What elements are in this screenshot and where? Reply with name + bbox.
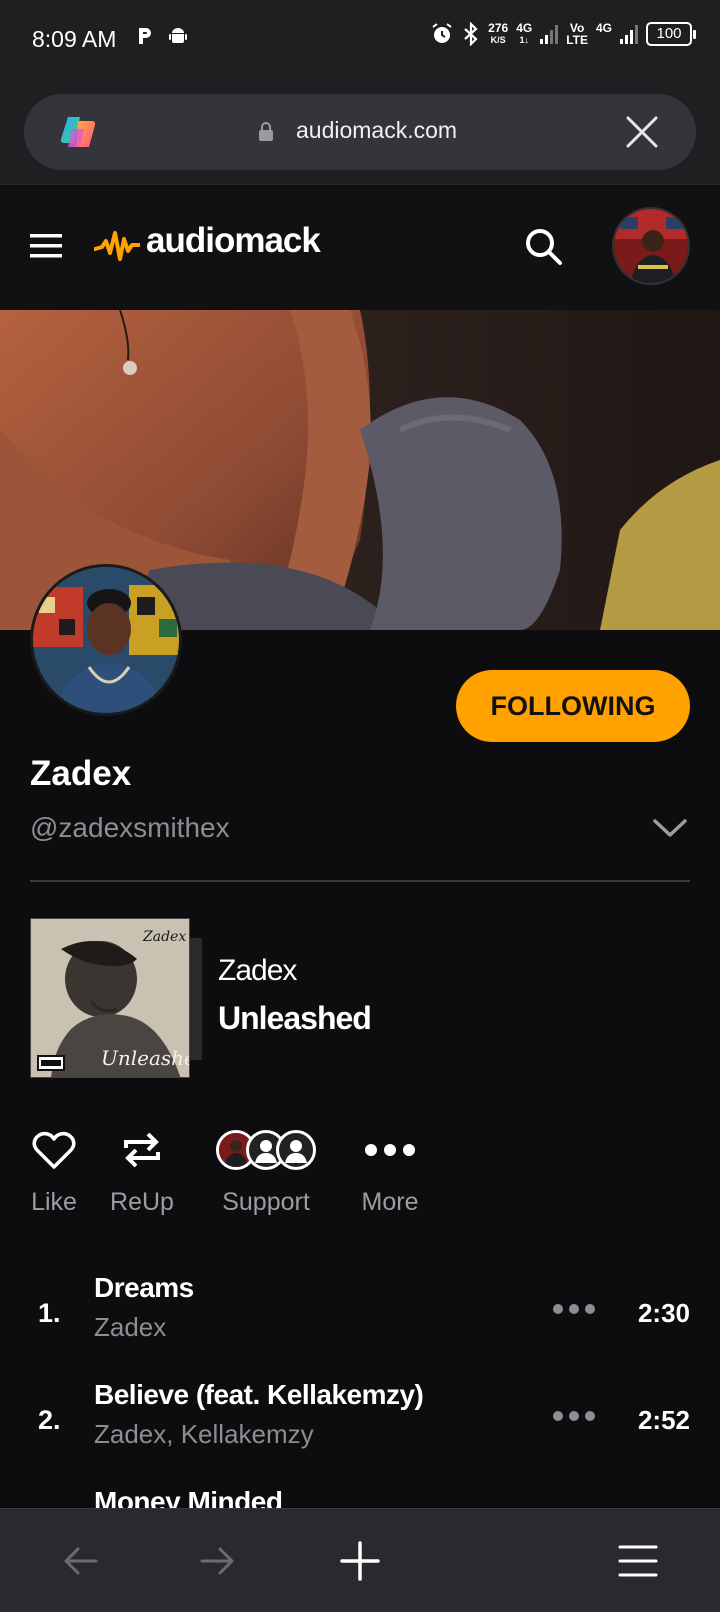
network-4g-indicator: 4G 1↓ — [516, 21, 533, 45]
heart-icon — [32, 1131, 76, 1169]
track-duration: 2:52 — [637, 1405, 690, 1435]
track-row[interactable]: 1. Dreams Zadex 2:30 — [0, 1262, 720, 1362]
artist-name: Zadex — [30, 754, 132, 793]
supporters-icon — [216, 1130, 316, 1170]
album-cover[interactable]: Zadex Unleashed — [30, 918, 204, 1078]
volte-indicator: Vo LTE — [566, 21, 588, 47]
battery-indicator: 100 — [646, 22, 696, 46]
new-tab-icon[interactable] — [340, 1541, 380, 1581]
track-number: 2. — [38, 1405, 61, 1435]
lock-icon — [259, 122, 273, 141]
close-icon[interactable] — [624, 114, 660, 150]
artist-handle: @zadexsmithex — [30, 812, 230, 843]
browser-toolbar: audiomack.com — [0, 80, 720, 184]
status-right-icons: 276 K/S 4G 1↓ Vo LTE 4G 100 — [430, 21, 696, 47]
menu-icon[interactable] — [618, 1541, 658, 1581]
status-bar: 8:09 AM 276 K/S 4G 1↓ Vo LTE 4G 100 — [0, 0, 720, 80]
parking-icon — [139, 28, 151, 44]
url-text[interactable]: audiomack.com — [296, 117, 457, 144]
signal-icon-2 — [620, 25, 638, 44]
album-art[interactable]: Zadex Unleashed — [30, 918, 190, 1078]
following-button[interactable]: FOLLOWING — [456, 670, 690, 742]
copilot-icon[interactable] — [58, 111, 100, 153]
track-artist[interactable]: Zadex — [94, 1312, 166, 1343]
like-label: Like — [31, 1188, 77, 1216]
like-button[interactable]: Like — [30, 1126, 78, 1217]
track-artist[interactable]: Zadex, Kellakemzy — [94, 1419, 314, 1450]
divider — [30, 880, 690, 882]
album-title: Unleashed — [218, 1000, 372, 1036]
network-4g-indicator-2: 4G — [595, 21, 612, 35]
app-header: audiomack — [0, 184, 720, 310]
support-button[interactable]: Support — [216, 1126, 316, 1217]
album-artist[interactable]: Zadex — [218, 954, 297, 988]
track-row[interactable]: 2. Believe (feat. Kellakemzy) Zadex, Kel… — [0, 1369, 720, 1469]
track-title[interactable]: Dreams — [94, 1272, 194, 1304]
more-label: More — [361, 1188, 419, 1216]
alarm-icon — [432, 23, 452, 43]
album-cover-artist: Zadex — [142, 929, 186, 945]
network-speed: 276 K/S — [488, 21, 509, 45]
url-bar[interactable]: audiomack.com — [24, 94, 696, 170]
search-icon[interactable] — [524, 227, 564, 267]
back-icon[interactable] — [60, 1541, 100, 1581]
chevron-down-icon[interactable] — [652, 816, 688, 840]
track-title[interactable]: Believe (feat. Kellakemzy) — [94, 1379, 424, 1411]
album-cover-title: Unleashed — [101, 1046, 190, 1070]
track-more-icon[interactable] — [552, 1409, 596, 1423]
hamburger-menu-icon[interactable] — [30, 233, 62, 259]
audiomack-logo-text[interactable]: audiomack — [146, 221, 321, 261]
reup-label: ReUp — [110, 1188, 174, 1216]
status-notification-icons — [136, 26, 188, 46]
forward-icon[interactable] — [198, 1541, 238, 1581]
user-avatar[interactable] — [612, 207, 690, 285]
bluetooth-icon — [464, 22, 478, 46]
support-label: Support — [222, 1188, 310, 1216]
artist-avatar[interactable] — [30, 564, 182, 716]
android-icon — [169, 28, 187, 43]
more-button[interactable]: More — [358, 1126, 422, 1217]
track-duration: 2:30 — [637, 1298, 690, 1328]
reup-button[interactable]: ReUp — [108, 1126, 176, 1217]
track-more-icon[interactable] — [552, 1302, 596, 1316]
browser-bottom-nav — [0, 1508, 720, 1612]
track-number: 1. — [38, 1298, 61, 1328]
audiomack-logo-icon[interactable] — [94, 229, 140, 263]
more-icon — [365, 1144, 415, 1156]
supporter-placeholder — [276, 1130, 316, 1170]
status-time: 8:09 AM — [32, 26, 117, 52]
repost-icon — [124, 1132, 160, 1168]
signal-icon — [540, 25, 559, 44]
